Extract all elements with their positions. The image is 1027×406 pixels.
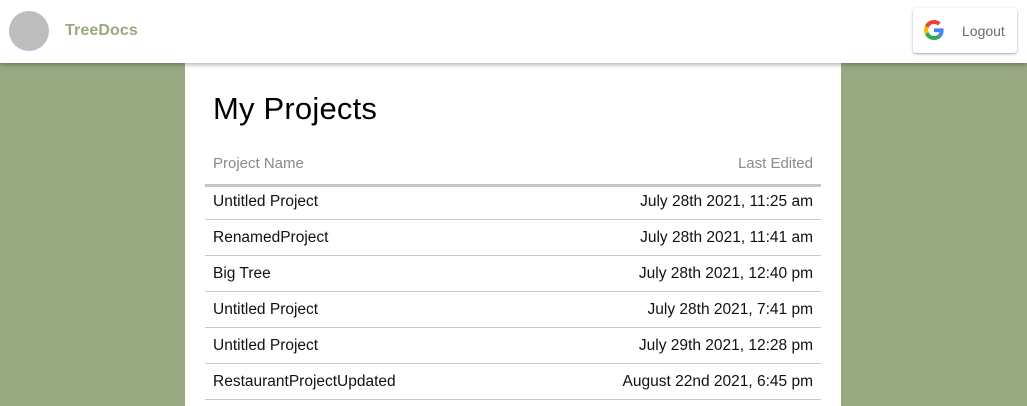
logout-button[interactable]: Logout [913, 8, 1017, 53]
project-name: Untitled Project [213, 193, 319, 210]
last-edited: July 28th 2021, 11:25 am [640, 193, 813, 210]
column-header-last-edited: Last Edited [737, 155, 813, 172]
top-navbar: TreeDocs Logout [0, 0, 1027, 63]
projects-panel: My Projects Project Name Last Edited Unt… [185, 63, 841, 406]
project-name: RestaurantProjectUpdated [213, 373, 396, 390]
project-name: Untitled Project [213, 301, 319, 318]
project-name: Big Tree [213, 265, 271, 282]
table-row[interactable]: RestaurantProjectUpdated August 22nd 202… [205, 364, 821, 400]
project-name: Untitled Project [213, 337, 319, 354]
column-header-project-name: Project Name [213, 155, 304, 172]
project-name: RenamedProject [213, 229, 329, 246]
table-row[interactable]: Big Tree July 28th 2021, 12:40 pm [205, 256, 821, 292]
table-row[interactable]: Untitled Project July 28th 2021, 11:25 a… [205, 184, 821, 220]
table-row[interactable]: Untitled Project July 28th 2021, 7:41 pm [205, 292, 821, 328]
table-row[interactable]: RenamedProject July 28th 2021, 11:41 am [205, 220, 821, 256]
last-edited: August 22nd 2021, 6:45 pm [622, 373, 813, 390]
logout-label: Logout [962, 23, 1005, 39]
app-brand[interactable]: TreeDocs [65, 22, 138, 40]
page-title: My Projects [213, 91, 378, 126]
avatar[interactable] [9, 11, 49, 51]
projects-table: Untitled Project July 28th 2021, 11:25 a… [205, 184, 821, 400]
google-g-icon [924, 20, 944, 40]
table-row[interactable]: Untitled Project July 29th 2021, 12:28 p… [205, 328, 821, 364]
last-edited: July 28th 2021, 12:40 pm [638, 265, 813, 282]
table-header: Project Name Last Edited [205, 150, 821, 187]
last-edited: July 28th 2021, 11:41 am [640, 229, 813, 246]
last-edited: July 29th 2021, 12:28 pm [638, 337, 813, 354]
last-edited: July 28th 2021, 7:41 pm [647, 301, 813, 318]
